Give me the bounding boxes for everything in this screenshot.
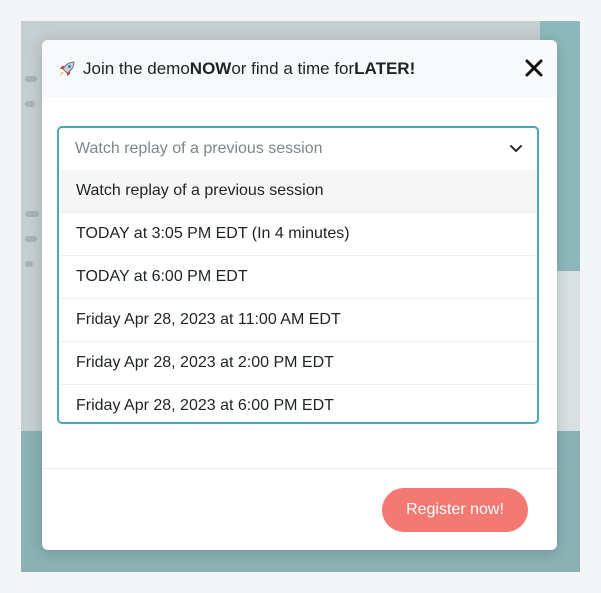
footer-divider xyxy=(42,468,557,469)
select-option[interactable]: Friday Apr 28, 2023 at 6:00 PM EDT xyxy=(59,384,537,422)
title-emphasis-later: LATER! xyxy=(354,58,416,78)
select-option[interactable]: Friday Apr 28, 2023 at 2:00 PM EDT xyxy=(59,341,537,384)
session-modal: Join the demo NOW or find a time for LAT… xyxy=(42,40,557,550)
select-option[interactable]: Watch replay of a previous session xyxy=(59,170,537,212)
backdrop-text-line xyxy=(25,101,35,107)
title-text-start: Join the demo xyxy=(83,58,190,78)
backdrop-text-line xyxy=(25,211,39,217)
backdrop-text-line xyxy=(25,76,37,82)
select-option[interactable]: TODAY at 3:05 PM EDT (In 4 minutes) xyxy=(59,212,537,255)
session-select[interactable]: Watch replay of a previous session Watch… xyxy=(57,126,539,424)
backdrop-text-line xyxy=(25,236,37,242)
rocket-icon xyxy=(60,61,75,76)
select-current-value: Watch replay of a previous session xyxy=(75,140,323,157)
register-button[interactable]: Register now! xyxy=(382,488,528,532)
chevron-down-icon[interactable] xyxy=(509,144,523,154)
modal-header: Join the demo NOW or find a time for LAT… xyxy=(42,40,557,97)
backdrop-text-line xyxy=(25,261,33,267)
close-icon[interactable] xyxy=(523,57,545,79)
title-emphasis-now: NOW xyxy=(189,58,232,78)
modal-title: Join the demo NOW or find a time for LAT… xyxy=(57,59,415,79)
select-option[interactable]: Friday Apr 28, 2023 at 11:00 AM EDT xyxy=(59,298,537,341)
title-text-middle: or find a time for xyxy=(231,58,355,78)
select-option[interactable]: TODAY at 6:00 PM EDT xyxy=(59,255,537,298)
select-options-list: Watch replay of a previous session TODAY… xyxy=(59,170,537,422)
